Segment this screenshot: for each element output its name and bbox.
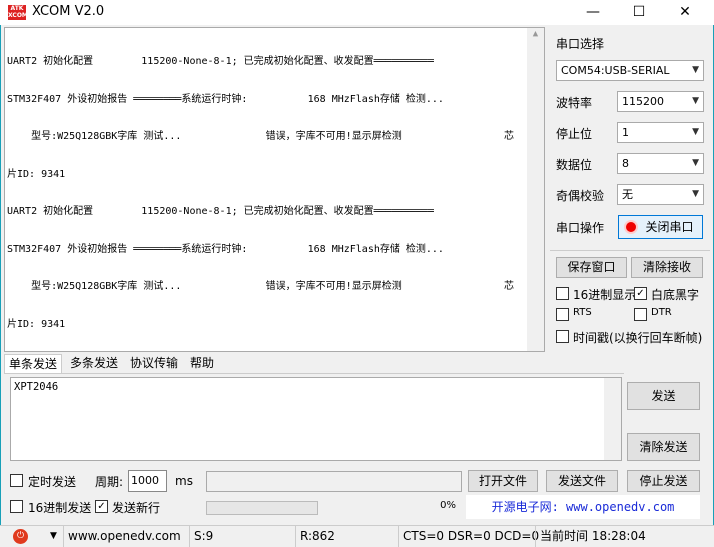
stop-select[interactable]: 1 ▼ bbox=[617, 122, 704, 143]
save-window-button[interactable]: 保存窗口 bbox=[556, 257, 627, 278]
close-port-button[interactable]: 关闭串口 bbox=[618, 215, 703, 239]
hex-send-label: 16进制发送 bbox=[28, 501, 92, 515]
send-text: XPT2046 bbox=[14, 381, 59, 393]
timed-send-checkbox[interactable] bbox=[10, 474, 23, 487]
tab-single-send[interactable]: 单条发送 bbox=[4, 354, 63, 373]
receive-line: 片ID: 9341 bbox=[7, 168, 66, 180]
dtr-label: DTR bbox=[651, 307, 672, 318]
stop-label: 停止位 bbox=[556, 127, 593, 141]
dtr-checkbox[interactable] bbox=[634, 308, 647, 321]
tab-help[interactable]: 帮助 bbox=[186, 354, 218, 373]
send-scrollbar[interactable] bbox=[604, 378, 621, 460]
receive-line: STM32F407 外设初始报告 ════════系统运行时钟: 168 MHz… bbox=[7, 243, 444, 255]
minimize-button[interactable]: — bbox=[570, 0, 616, 25]
data-label: 数据位 bbox=[556, 158, 593, 172]
maximize-button[interactable]: ☐ bbox=[616, 0, 662, 25]
send-newline-label: 发送新行 bbox=[112, 501, 161, 515]
send-newline-checkbox[interactable]: ✓ bbox=[95, 500, 108, 513]
stop-value: 1 bbox=[622, 126, 629, 139]
receive-line: 片ID: 9341 bbox=[7, 318, 66, 330]
timestamp-checkbox[interactable] bbox=[556, 330, 569, 343]
clear-send-button[interactable]: 清除发送 bbox=[627, 433, 700, 461]
port-value: COM54:USB-SERIAL bbox=[561, 64, 670, 77]
tab-divider bbox=[4, 373, 624, 374]
close-port-label: 关闭串口 bbox=[645, 220, 694, 234]
chevron-down-icon: ▼ bbox=[692, 65, 699, 75]
status-lines: CTS=0 DSR=0 DCD=0 bbox=[398, 526, 539, 547]
send-progress-bar bbox=[206, 501, 318, 515]
data-value: 8 bbox=[622, 157, 629, 170]
status-site[interactable]: www.openedv.com bbox=[63, 526, 189, 547]
period-unit: ms bbox=[175, 474, 193, 488]
baud-label: 波特率 bbox=[556, 96, 593, 110]
receive-scrollbar[interactable]: ▲ bbox=[527, 28, 544, 351]
data-select[interactable]: 8 ▼ bbox=[617, 153, 704, 174]
app-logo-icon: ATK XCOM bbox=[8, 5, 28, 20]
status-time: 当前时间 18:28:04 bbox=[535, 526, 705, 547]
rts-checkbox[interactable] bbox=[556, 308, 569, 321]
port-select[interactable]: COM54:USB-SERIAL ▼ bbox=[556, 60, 704, 81]
openedv-ad-link[interactable]: 开源电子网: www.openedv.com bbox=[466, 495, 700, 519]
chevron-down-icon: ▼ bbox=[692, 189, 699, 199]
timestamp-label: 时间戳(以换行回车断帧) bbox=[573, 331, 703, 345]
rts-label: RTS bbox=[573, 307, 592, 318]
send-input[interactable]: XPT2046 bbox=[10, 377, 622, 461]
op-label: 串口操作 bbox=[556, 221, 605, 235]
status-sent: S:9 bbox=[189, 526, 295, 547]
status-received: R:862 bbox=[295, 526, 398, 547]
hex-display-label: 16进制显示 bbox=[573, 288, 637, 302]
receive-line: 型号:W25Q128GBK字库 测试... 错误，字库不可用!显示屏检测 芯 bbox=[7, 281, 515, 292]
red-led-icon bbox=[624, 220, 638, 234]
power-icon[interactable]: ⏻ bbox=[13, 529, 28, 544]
parity-value: 无 bbox=[622, 188, 633, 201]
send-progress-percent: 0% bbox=[440, 500, 456, 511]
chevron-down-icon: ▼ bbox=[692, 158, 699, 168]
receive-line: UART2 初始化配置 115200-None-8-1; 已完成初始化配置、收发… bbox=[7, 56, 434, 67]
period-label: 周期: bbox=[95, 475, 124, 489]
chevron-down-icon: ▼ bbox=[692, 127, 699, 137]
title-bar: ATK XCOM XCOM V2.0 — ☐ ✕ bbox=[0, 0, 714, 25]
divider bbox=[550, 250, 710, 251]
send-file-button[interactable]: 发送文件 bbox=[546, 470, 618, 492]
chevron-down-icon[interactable]: ▼ bbox=[50, 526, 57, 547]
receive-line: STM32F407 外设初始报告 ════════系统运行时钟: 168 MHz… bbox=[7, 93, 444, 105]
tab-multi-send[interactable]: 多条发送 bbox=[66, 354, 122, 373]
receive-area[interactable]: UART2 初始化配置 115200-None-8-1; 已完成初始化配置、收发… bbox=[4, 27, 545, 352]
chevron-down-icon: ▼ bbox=[692, 96, 699, 106]
period-input[interactable]: 1000 bbox=[128, 470, 167, 492]
baud-value: 115200 bbox=[622, 95, 664, 108]
window-title: XCOM V2.0 bbox=[32, 4, 105, 19]
file-path-field[interactable] bbox=[206, 471, 462, 492]
close-button[interactable]: ✕ bbox=[662, 0, 708, 25]
send-button[interactable]: 发送 bbox=[627, 382, 700, 410]
port-label: 串口选择 bbox=[556, 37, 605, 51]
parity-label: 奇偶校验 bbox=[556, 189, 605, 203]
receive-line: 型号:W25Q128GBK字库 测试... 错误，字库不可用!显示屏检测 芯 bbox=[7, 131, 515, 142]
tab-protocol[interactable]: 协议传输 bbox=[126, 354, 182, 373]
receive-line: UART2 初始化配置 115200-None-8-1; 已完成初始化配置、收发… bbox=[7, 206, 434, 217]
hex-display-checkbox[interactable] bbox=[556, 287, 569, 300]
white-bg-label: 白底黑字 bbox=[651, 288, 700, 302]
white-bg-checkbox[interactable]: ✓ bbox=[634, 287, 647, 300]
baud-select[interactable]: 115200 ▼ bbox=[617, 91, 704, 112]
stop-send-button[interactable]: 停止发送 bbox=[627, 470, 700, 492]
open-file-button[interactable]: 打开文件 bbox=[468, 470, 538, 492]
hex-send-checkbox[interactable] bbox=[10, 500, 23, 513]
status-bar: ⏻ ▼ www.openedv.com S:9 R:862 CTS=0 DSR=… bbox=[0, 525, 714, 547]
clear-receive-button[interactable]: 清除接收 bbox=[631, 257, 703, 278]
parity-select[interactable]: 无 ▼ bbox=[617, 184, 704, 205]
timed-send-label: 定时发送 bbox=[28, 475, 77, 489]
